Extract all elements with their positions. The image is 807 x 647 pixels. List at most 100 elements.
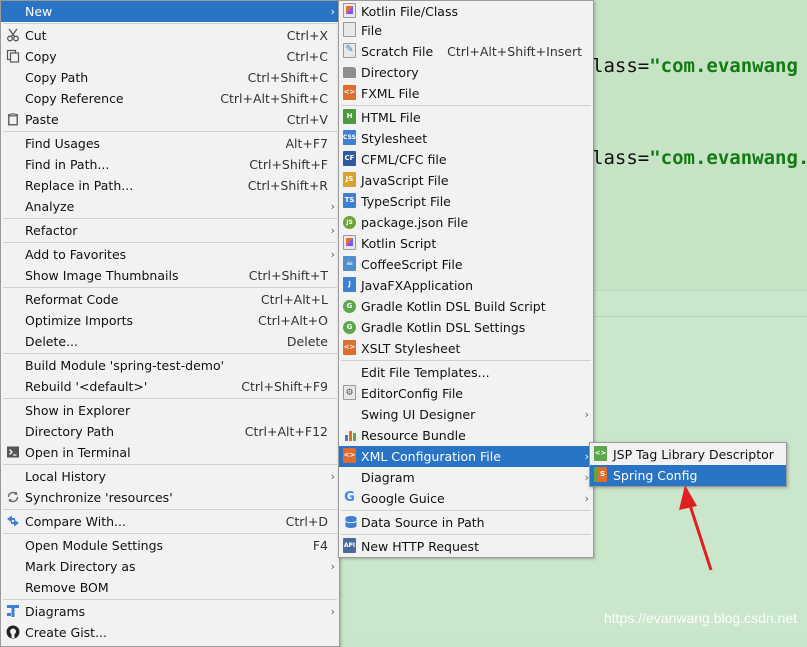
new-item-editorconfig-file[interactable]: ⚙ EditorConfig File (339, 383, 593, 404)
menu-item-reformat-code[interactable]: Reformat Code Ctrl+Alt+L (1, 289, 339, 310)
menu-separator (3, 599, 337, 600)
new-submenu: Kotlin File/Class File ✎ Scratch File Ctr… (338, 0, 594, 558)
spring-config-icon: S (594, 467, 607, 482)
sync-icon (7, 491, 19, 503)
new-item-swing-ui-designer[interactable]: Swing UI Designer › (339, 404, 593, 425)
new-item-kotlin-script[interactable]: Kotlin Script (339, 233, 593, 254)
menu-item-new[interactable]: New › (1, 1, 339, 22)
menu-item-show-in-explorer[interactable]: Show in Explorer (1, 400, 339, 421)
submenu-arrow-icon: › (330, 248, 335, 261)
menu-item-cut[interactable]: Cut Ctrl+X (1, 25, 339, 46)
menu-separator (3, 218, 337, 219)
compare-icon (7, 515, 19, 527)
new-item-gradle-kotlin-build-script[interactable]: G Gradle Kotlin DSL Build Script (339, 296, 593, 317)
new-item-scratch-file[interactable]: ✎ Scratch File Ctrl+Alt+Shift+Insert (339, 41, 593, 62)
submenu-arrow-icon: › (330, 470, 335, 483)
new-item-typescript-file[interactable]: TS TypeScript File (339, 191, 593, 212)
menu-separator (3, 23, 337, 24)
menu-item-refactor[interactable]: Refactor › (1, 220, 339, 241)
cfml-file-icon: CF (343, 151, 356, 166)
new-item-file[interactable]: File (339, 20, 593, 41)
menu-item-open-module-settings[interactable]: Open Module Settings F4 (1, 535, 339, 556)
new-item-xml-configuration-file[interactable]: <> XML Configuration File › (339, 446, 593, 467)
xml-file-icon: <> (343, 448, 356, 463)
new-item-diagram[interactable]: Diagram › (339, 467, 593, 488)
new-item-javafx-application[interactable]: J JavaFXApplication (339, 275, 593, 296)
new-item-package-json[interactable]: JS package.json File (339, 212, 593, 233)
menu-item-copy-reference[interactable]: Copy Reference Ctrl+Alt+Shift+C (1, 88, 339, 109)
menu-item-optimize-imports[interactable]: Optimize Imports Ctrl+Alt+O (1, 310, 339, 331)
menu-item-copy[interactable]: Copy Ctrl+C (1, 46, 339, 67)
new-item-stylesheet[interactable]: CSS Stylesheet (339, 128, 593, 149)
submenu-arrow-icon: › (330, 200, 335, 213)
menu-item-delete[interactable]: Delete... Delete (1, 331, 339, 352)
clipboard-icon (8, 113, 18, 126)
menu-item-open-in-terminal[interactable]: Open in Terminal (1, 442, 339, 463)
editor-highlight-band (592, 0, 807, 290)
new-item-javascript-file[interactable]: JS JavaScript File (339, 170, 593, 191)
menu-separator (3, 398, 337, 399)
menu-item-local-history[interactable]: Local History › (1, 466, 339, 487)
new-item-cfml-file[interactable]: CF CFML/CFC file (339, 149, 593, 170)
menu-item-directory-path[interactable]: Directory Path Ctrl+Alt+F12 (1, 421, 339, 442)
html-file-icon: H (343, 109, 356, 124)
diagram-icon (7, 605, 19, 617)
file-icon (343, 22, 356, 37)
fxml-file-icon: <> (343, 85, 356, 100)
annotation-arrow-icon (679, 485, 713, 571)
menu-separator (3, 353, 337, 354)
new-item-data-source-in-path[interactable]: Data Source in Path (339, 512, 593, 533)
new-item-xslt-stylesheet[interactable]: <> XSLT Stylesheet (339, 338, 593, 359)
xslt-icon: <> (343, 340, 356, 355)
menu-item-create-gist[interactable]: Create Gist... (1, 622, 339, 643)
menu-item-paste[interactable]: Paste Ctrl+V (1, 109, 339, 130)
menu-item-replace-in-path[interactable]: Replace in Path... Ctrl+Shift+R (1, 175, 339, 196)
menu-item-remove-bom[interactable]: Remove BOM (1, 577, 339, 598)
coffeescript-icon: ☕ (343, 256, 356, 271)
menu-separator (3, 131, 337, 132)
xml-item-jsp-tag-library-descriptor[interactable]: <> JSP Tag Library Descriptor (590, 444, 786, 465)
new-item-html-file[interactable]: H HTML File (339, 107, 593, 128)
kotlin-script-icon (343, 235, 356, 250)
menu-item-build-module[interactable]: Build Module 'spring-test-demo' (1, 355, 339, 376)
submenu-arrow-icon: › (330, 224, 335, 237)
menu-item-find-usages[interactable]: Find Usages Alt+F7 (1, 133, 339, 154)
submenu-arrow-icon: › (584, 408, 589, 421)
menu-item-copy-path[interactable]: Copy Path Ctrl+Shift+C (1, 67, 339, 88)
submenu-arrow-icon: › (330, 5, 335, 18)
menu-item-diagrams[interactable]: Diagrams › (1, 601, 339, 622)
menu-item-mark-directory-as[interactable]: Mark Directory as › (1, 556, 339, 577)
google-icon: G (344, 490, 355, 505)
menu-item-compare-with[interactable]: Compare With... Ctrl+D (1, 511, 339, 532)
new-item-resource-bundle[interactable]: Resource Bundle (339, 425, 593, 446)
menu-item-rebuild[interactable]: Rebuild '<default>' Ctrl+Shift+F9 (1, 376, 339, 397)
new-item-kotlin-file-class[interactable]: Kotlin File/Class (339, 1, 593, 22)
database-icon (345, 516, 357, 528)
menu-separator (3, 464, 337, 465)
menu-item-find-in-path[interactable]: Find in Path... Ctrl+Shift+F (1, 154, 339, 175)
kotlin-file-icon (343, 3, 356, 18)
new-item-directory[interactable]: Directory (339, 62, 593, 83)
new-item-fxml-file[interactable]: <> FXML File (339, 83, 593, 104)
ts-file-icon: TS (343, 193, 356, 208)
watermark: https://evanwang.blog.csdn.net (603, 610, 797, 626)
gradle-icon: G (343, 300, 356, 313)
new-item-edit-file-templates[interactable]: Edit File Templates... (339, 362, 593, 383)
new-item-new-http-request[interactable]: API New HTTP Request (339, 536, 593, 557)
menu-item-synchronize[interactable]: Synchronize 'resources' (1, 487, 339, 508)
menu-item-analyze[interactable]: Analyze › (1, 196, 339, 217)
resource-bundle-icon (345, 431, 356, 441)
new-item-gradle-kotlin-settings[interactable]: G Gradle Kotlin DSL Settings (339, 317, 593, 338)
menu-item-add-to-favorites[interactable]: Add to Favorites › (1, 244, 339, 265)
context-menu: New › Cut Ctrl+X Copy Ctrl+C Copy Path Ctrl+… (0, 0, 340, 647)
menu-separator (341, 105, 591, 106)
api-icon: API (343, 538, 356, 553)
editorconfig-icon: ⚙ (343, 385, 356, 400)
new-item-google-guice[interactable]: G Google Guice › (339, 488, 593, 509)
nodejs-icon: JS (343, 216, 356, 229)
new-item-coffeescript-file[interactable]: ☕ CoffeeScript File (339, 254, 593, 275)
jsp-tld-icon: <> (594, 446, 607, 461)
submenu-arrow-icon: › (584, 492, 589, 505)
menu-item-show-image-thumbnails[interactable]: Show Image Thumbnails Ctrl+Shift+T (1, 265, 339, 286)
github-icon (6, 625, 20, 639)
